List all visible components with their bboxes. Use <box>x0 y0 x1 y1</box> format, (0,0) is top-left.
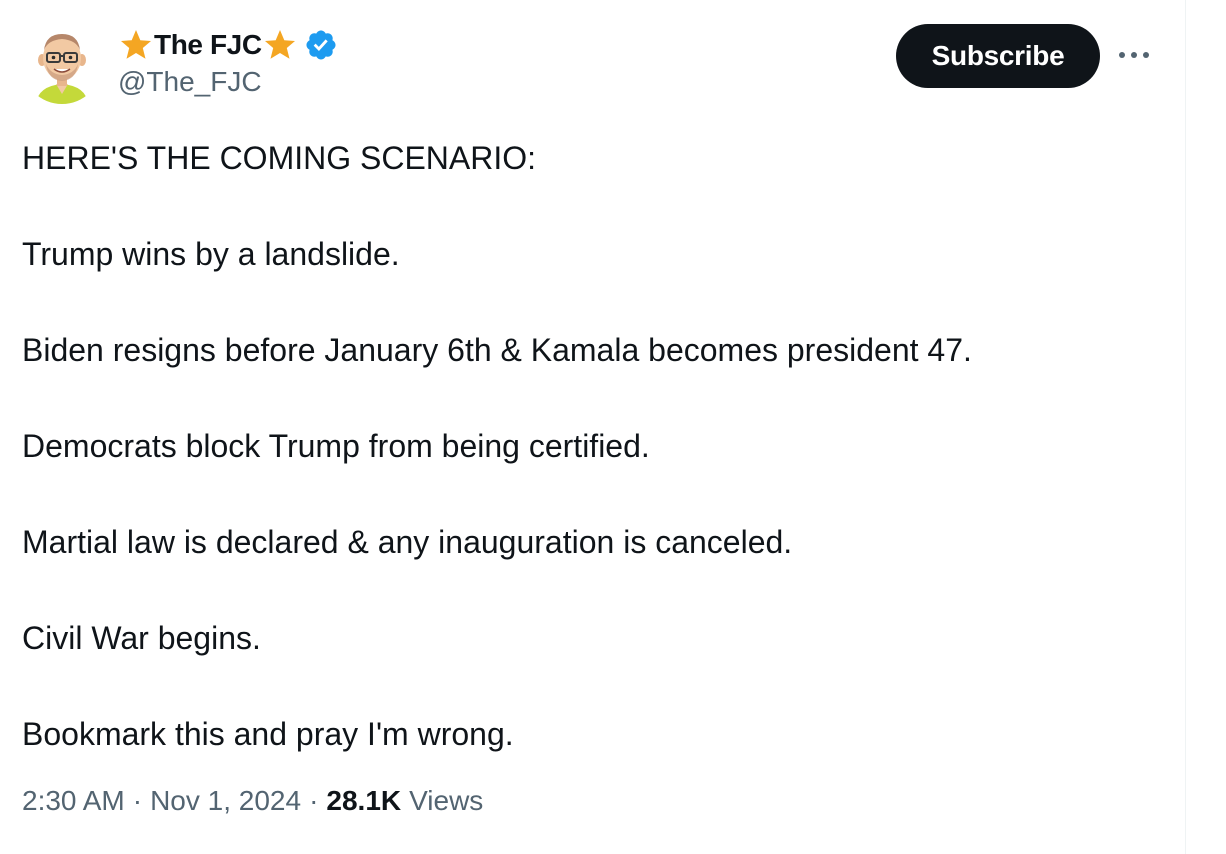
meta-separator: · <box>309 785 319 816</box>
star-icon <box>262 27 298 63</box>
tweet-meta: 2:30 AM · Nov 1, 2024 · 28.1K Views <box>22 785 483 817</box>
tweet-line: Democrats block Trump from being certifi… <box>22 428 650 464</box>
author-handle[interactable]: @The_FJC <box>118 66 262 98</box>
star-icon <box>118 27 154 63</box>
tweet-line: Civil War begins. <box>22 620 261 656</box>
verified-badge-icon[interactable] <box>304 28 338 62</box>
tweet-time[interactable]: 2:30 AM <box>22 785 125 817</box>
avatar[interactable] <box>22 24 102 104</box>
views-label: Views <box>409 785 484 816</box>
column-divider <box>1185 0 1186 854</box>
tweet-card: The FJC @The_FJC Subscribe HERE'S THE CO… <box>0 0 1185 854</box>
author-name-row[interactable]: The FJC <box>118 26 338 64</box>
tweet-line: Bookmark this and pray I'm wrong. <box>22 716 514 752</box>
tweet-line: Martial law is declared & any inaugurati… <box>22 524 793 560</box>
tweet-date[interactable]: Nov 1, 2024 <box>150 785 301 817</box>
tweet-line: Biden resigns before January 6th & Kamal… <box>22 332 972 368</box>
views-count: 28.1K <box>326 785 402 816</box>
tweet-line: Trump wins by a landslide. <box>22 236 400 272</box>
tweet-line: HERE'S THE COMING SCENARIO: <box>22 140 537 176</box>
author-display-name[interactable]: The FJC <box>154 29 262 61</box>
more-icon[interactable] <box>1114 40 1154 70</box>
tweet-text: HERE'S THE COMING SCENARIO: Trump wins b… <box>22 134 1162 758</box>
meta-separator: · <box>132 785 143 816</box>
subscribe-button[interactable]: Subscribe <box>896 24 1100 88</box>
